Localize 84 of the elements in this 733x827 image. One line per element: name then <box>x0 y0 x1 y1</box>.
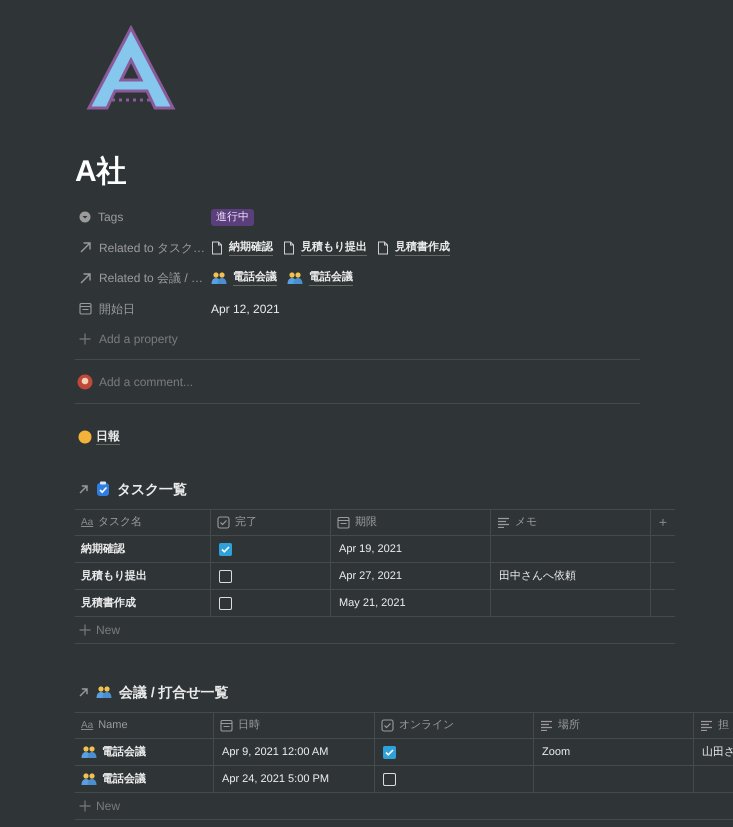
row-title[interactable]: 見積書作成 <box>81 594 136 612</box>
checkbox[interactable] <box>383 746 396 758</box>
column-header[interactable]: 担 <box>693 713 733 738</box>
add-property-button[interactable]: Add a property <box>99 330 178 348</box>
column-header[interactable]: 期限 <box>330 510 490 535</box>
column-header[interactable]: 完了 <box>210 510 330 535</box>
checkbox[interactable] <box>219 596 232 610</box>
clipboard-check-icon <box>96 481 110 497</box>
row-title[interactable]: 見積もり提出 <box>81 568 147 584</box>
column-label: タスク名 <box>98 515 142 530</box>
column-label: 場所 <box>558 718 580 734</box>
property-label[interactable]: Related to 会議 / … <box>99 269 204 288</box>
arrow-icon <box>78 686 89 698</box>
column-label: オンライン <box>399 718 454 734</box>
plus-icon <box>79 333 91 345</box>
property-label[interactable]: Tags <box>98 208 124 226</box>
checkbox-icon <box>381 719 394 732</box>
relation-link[interactable]: 電話会議 <box>309 270 353 286</box>
document-icon <box>377 240 389 255</box>
people-icon <box>96 685 112 699</box>
text-lines-icon <box>540 720 553 731</box>
column-header[interactable]: Aa Name <box>75 713 213 738</box>
table-cell-text: Apr 24, 2021 5:00 PM <box>222 772 330 787</box>
table-cell-text: 山田さ <box>702 744 733 760</box>
table-cell-text: Zoom <box>542 744 570 760</box>
title-type-icon: Aa <box>81 515 94 530</box>
text-lines-icon <box>700 720 713 731</box>
table-cell-text: Apr 9, 2021 12:00 AM <box>222 744 328 760</box>
calendar-icon <box>220 719 233 732</box>
column-header[interactable]: Aa タスク名 <box>75 510 210 535</box>
checkbox[interactable] <box>219 542 232 556</box>
column-header[interactable]: オンライン <box>374 713 533 738</box>
property-label[interactable]: Related to タスク… <box>99 238 206 257</box>
property-value[interactable]: Apr 12, 2021 <box>211 300 280 318</box>
comment-field[interactable]: Add a comment... <box>99 372 399 390</box>
column-label: メモ <box>515 515 537 530</box>
row-title[interactable]: 納期確認 <box>81 540 125 558</box>
document-icon <box>283 240 295 255</box>
page-title: A社 <box>75 154 128 190</box>
new-row-button[interactable]: New <box>96 797 120 815</box>
calendar-icon <box>79 302 92 316</box>
arrow-icon <box>78 484 89 494</box>
property-label[interactable]: 開始日 <box>99 300 135 318</box>
relation-link[interactable]: 電話会議 <box>233 270 277 286</box>
relation-link[interactable]: 納期確認 <box>229 240 273 256</box>
column-label: 日時 <box>238 718 260 734</box>
calendar-icon <box>337 516 350 529</box>
relation-link[interactable]: 見積書作成 <box>395 240 450 256</box>
dropdown-icon <box>79 211 91 224</box>
people-icon <box>211 271 227 286</box>
row-title[interactable]: 電話会議 <box>102 770 146 788</box>
row-title[interactable]: 電話会議 <box>102 744 146 760</box>
tag: 進行中 <box>211 208 254 226</box>
people-icon <box>81 745 97 759</box>
arrow-icon <box>79 241 92 254</box>
title-type-icon: Aa <box>81 718 94 733</box>
checkbox-icon <box>217 516 230 529</box>
new-row-button[interactable]: New <box>96 621 120 639</box>
relation-link[interactable]: 見積もり提出 <box>301 240 367 256</box>
column-label: Name <box>98 718 128 734</box>
people-icon <box>287 271 303 286</box>
column-label: 期限 <box>355 515 377 530</box>
table-cell-text: Apr 27, 2021 <box>339 568 402 584</box>
column-header[interactable]: 日時 <box>213 713 374 738</box>
column-label: 完了 <box>235 514 257 530</box>
table-cell-text: May 21, 2021 <box>339 596 406 611</box>
checkbox[interactable] <box>219 570 232 582</box>
column-header[interactable]: 場所 <box>533 713 693 738</box>
database-title[interactable]: 会議 / 打合せ一覧 <box>119 682 229 702</box>
database-title[interactable]: タスク一覧 <box>117 478 187 500</box>
table-cell-text: 田中さんへ依頼 <box>499 568 576 584</box>
arrow-icon <box>79 272 92 285</box>
document-icon <box>211 240 223 255</box>
add-column-button[interactable]: + <box>658 512 668 533</box>
people-icon <box>81 772 97 786</box>
plus-icon <box>79 800 91 812</box>
table-cell-text: Apr 19, 2021 <box>339 542 402 557</box>
column-label: 担 <box>718 718 729 734</box>
column-header[interactable]: メモ <box>490 510 650 535</box>
text-lines-icon <box>497 517 510 528</box>
checkbox[interactable] <box>383 772 396 786</box>
plus-icon <box>79 624 91 636</box>
page-link[interactable]: 日報 <box>96 429 120 445</box>
avatar-icon <box>77 374 93 390</box>
